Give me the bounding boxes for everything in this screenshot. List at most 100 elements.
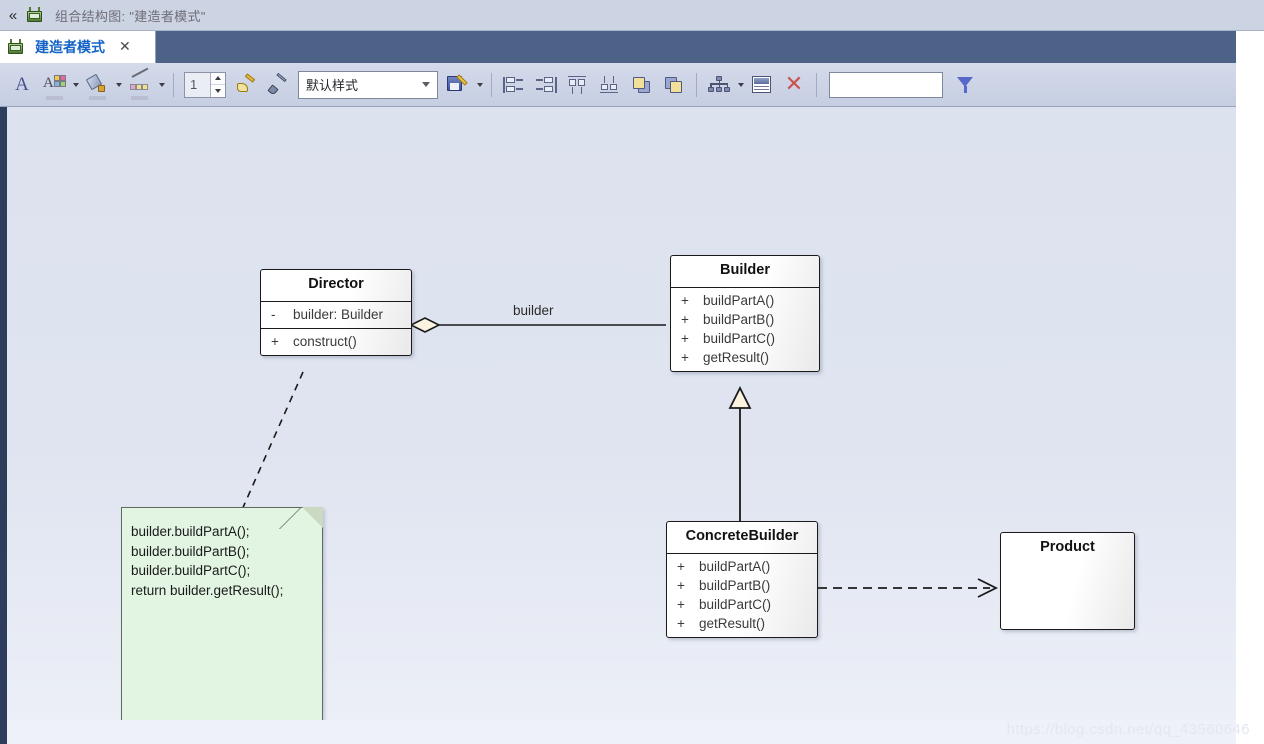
class-operation-row: + buildPartA() — [667, 557, 817, 576]
line-width-decrement[interactable] — [211, 85, 225, 97]
style-picker-button[interactable] — [263, 69, 293, 101]
tab-builder-pattern[interactable]: 建造者模式 ✕ — [0, 31, 156, 63]
class-name-builder: Builder — [720, 262, 770, 278]
operation-label: buildPartA() — [703, 292, 775, 308]
visibility-marker: + — [681, 349, 689, 365]
watermark: https://blog.csdn.net/qq_43560646 — [1006, 721, 1250, 738]
delete-icon: ✕ — [784, 71, 804, 97]
class-box-product[interactable]: Product — [1000, 532, 1135, 630]
class-operations-concretebuilder: + buildPartA() + buildPartB() + buildPar… — [667, 554, 817, 637]
save-style-icon — [447, 73, 469, 95]
filter-icon — [956, 75, 974, 95]
visibility-marker: + — [681, 330, 689, 346]
operation-label: buildPartC() — [699, 596, 772, 612]
font-color-dropdown-icon[interactable] — [70, 70, 81, 100]
line-width-value: 1 — [185, 72, 210, 97]
send-to-back-icon — [662, 75, 686, 95]
font-color-button[interactable]: A — [39, 69, 69, 101]
class-name-concretebuilder: ConcreteBuilder — [685, 528, 799, 544]
class-operation-row: + getResult() — [671, 348, 819, 367]
operation-label: construct() — [293, 333, 357, 349]
tab-close-icon[interactable]: ✕ — [119, 40, 131, 54]
operation-label: buildPartB() — [699, 577, 771, 593]
class-operations-builder: + buildPartA() + buildPartB() + buildPar… — [671, 288, 819, 371]
style-picker-icon — [267, 72, 289, 96]
send-to-back-button[interactable] — [659, 69, 689, 101]
fill-color-button[interactable] — [82, 69, 112, 101]
operation-label: buildPartB() — [703, 311, 775, 327]
application-window: « 组合结构图: "建造者模式" 建造者模式 ✕ A A 1 默认样式 ✕ Di… — [0, 0, 1264, 744]
font-color-icon: A — [43, 74, 66, 100]
font-icon: A — [15, 74, 29, 95]
format-brush-icon — [235, 72, 257, 96]
note-text: builder.buildPartA(); builder.buildPartB… — [122, 508, 322, 610]
document-icon — [26, 6, 43, 24]
class-attributes-director: - builder: Builder — [261, 302, 411, 328]
toolbar-separator — [816, 72, 817, 97]
tab-strip: 建造者模式 ✕ — [0, 31, 1236, 63]
class-box-builder[interactable]: Builder + buildPartA() + buildPartB() + … — [670, 255, 820, 372]
line-color-dropdown-icon[interactable] — [156, 70, 167, 100]
toolbar-separator — [173, 72, 174, 97]
bring-to-front-button[interactable] — [627, 69, 657, 101]
class-operation-row: + buildPartA() — [671, 291, 819, 310]
relation-note-link — [240, 371, 304, 513]
visibility-marker: + — [681, 311, 689, 327]
align-top-icon — [566, 75, 590, 95]
format-toolbar: A A 1 默认样式 ✕ — [0, 63, 1236, 107]
operation-label: buildPartC() — [703, 330, 776, 346]
align-right-button[interactable] — [531, 69, 561, 101]
hierarchy-layout-icon — [707, 75, 731, 95]
line-width-increment[interactable] — [211, 72, 225, 85]
search-input[interactable] — [829, 71, 943, 98]
style-dropdown[interactable]: 默认样式 — [298, 70, 438, 99]
fill-color-dropdown-icon[interactable] — [113, 70, 124, 100]
class-operation-row: + buildPartC() — [671, 329, 819, 348]
relation-aggregation[interactable] — [409, 317, 666, 333]
line-color-icon — [128, 67, 152, 100]
report-button[interactable] — [747, 69, 777, 101]
class-operation-row: + buildPartC() — [667, 595, 817, 614]
collapse-chevron-icon[interactable]: « — [0, 8, 26, 23]
chevron-down-icon — [422, 82, 430, 87]
font-button[interactable]: A — [7, 69, 37, 101]
save-style-button[interactable] — [443, 69, 473, 101]
class-box-concretebuilder[interactable]: ConcreteBuilder + buildPartA() + buildPa… — [666, 521, 818, 638]
note-line: builder.buildPartB(); — [131, 543, 250, 559]
class-operations-director: + construct() — [261, 329, 411, 355]
class-attribute-row: - builder: Builder — [261, 305, 411, 324]
class-operation-row: + buildPartB() — [671, 310, 819, 329]
class-operation-row: + construct() — [261, 332, 411, 351]
filter-button[interactable] — [950, 69, 980, 101]
align-top-button[interactable] — [563, 69, 593, 101]
diagram-canvas[interactable]: Director - builder: Builder + construct(… — [0, 107, 1236, 720]
fill-color-icon — [85, 73, 108, 100]
note-box[interactable]: builder.buildPartA(); builder.buildPartB… — [121, 507, 323, 720]
relation-dependency[interactable] — [818, 578, 999, 598]
save-style-dropdown-icon[interactable] — [474, 70, 485, 100]
align-bottom-button[interactable] — [595, 69, 625, 101]
title-bar: « 组合结构图: "建造者模式" — [0, 0, 1264, 31]
class-box-director[interactable]: Director - builder: Builder + construct(… — [260, 269, 412, 356]
note-fold-corner-icon — [302, 507, 323, 528]
note-line: builder.buildPartC(); — [131, 563, 251, 578]
operation-label: getResult() — [699, 615, 766, 631]
line-color-button[interactable] — [125, 67, 155, 101]
tab-label: 建造者模式 — [35, 39, 105, 55]
line-width-stepper[interactable]: 1 — [184, 71, 226, 98]
class-name-director: Director — [308, 276, 364, 292]
relation-generalization[interactable] — [728, 385, 752, 525]
toolbar-separator — [491, 72, 492, 97]
note-line: return builder.getResult(); — [131, 582, 284, 598]
visibility-marker: + — [677, 615, 685, 631]
delete-button[interactable]: ✕ — [779, 69, 809, 101]
attribute-label: builder: Builder — [293, 306, 384, 322]
hierarchy-layout-button[interactable] — [704, 69, 734, 101]
align-right-icon — [534, 75, 558, 95]
operation-label: buildPartA() — [699, 558, 771, 574]
hierarchy-layout-dropdown-icon[interactable] — [735, 70, 746, 100]
tab-document-icon — [7, 38, 24, 56]
format-brush-button[interactable] — [231, 69, 261, 101]
class-operation-row: + getResult() — [667, 614, 817, 633]
align-left-button[interactable] — [499, 69, 529, 101]
